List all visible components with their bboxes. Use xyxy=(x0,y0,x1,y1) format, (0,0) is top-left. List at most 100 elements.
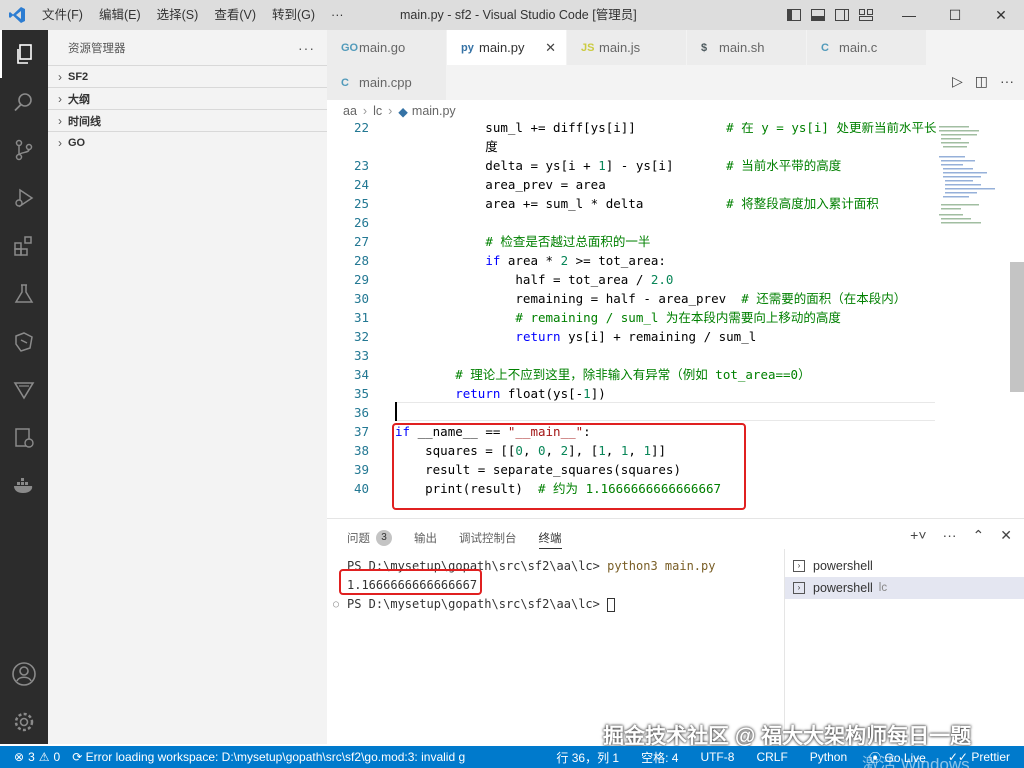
code-text: delta = ys[i + 1] - ys[i] # 当前水平带的高度 xyxy=(395,158,842,173)
line-number: 28 xyxy=(353,253,369,268)
status-message[interactable]: ⟳ Error loading workspace: D:\mysetup\go… xyxy=(72,750,472,764)
settings-gear-icon[interactable] xyxy=(0,698,48,746)
breadcrumb-item[interactable]: aa xyxy=(343,104,357,118)
line-number: 31 xyxy=(353,310,369,325)
remote-window-icon[interactable] xyxy=(0,414,48,462)
line-number: 29 xyxy=(353,272,369,287)
close-tab-icon[interactable]: ✕ xyxy=(545,40,556,56)
status-encoding[interactable]: UTF-8 xyxy=(700,750,734,764)
run-debug-icon[interactable] xyxy=(0,174,48,222)
code-line: 32 return ys[i] + remaining / sum_l xyxy=(327,327,937,346)
line-number: 26 xyxy=(353,215,369,230)
tab-terminal[interactable]: 终端 xyxy=(538,527,562,549)
editor-scrollbar[interactable] xyxy=(1010,262,1024,392)
status-language[interactable]: Python xyxy=(810,750,847,764)
code-line: 26 xyxy=(327,213,937,232)
editor-tab[interactable]: JS main.js xyxy=(567,30,687,65)
new-terminal-plus-icon[interactable]: +˅ xyxy=(910,527,926,544)
tab-label: main.cpp xyxy=(359,75,412,90)
sidebar-section-label: 时间线 xyxy=(68,115,101,128)
menu-item[interactable]: 查看(V) xyxy=(206,0,264,30)
editor-tab[interactable]: py main.py ✕ xyxy=(447,30,567,65)
split-editor-icon[interactable]: ◫ xyxy=(975,73,988,90)
sidebar-section[interactable]: › GO xyxy=(48,131,327,153)
more-actions-icon[interactable]: ··· xyxy=(298,40,315,56)
menu-item[interactable]: 转到(G) xyxy=(264,0,323,30)
status-cursor-position[interactable]: 行 36，列 1 xyxy=(556,749,619,766)
line-number: 37 xyxy=(353,424,369,439)
menu-item[interactable]: 编辑(E) xyxy=(91,0,149,30)
customize-layout-icon[interactable] xyxy=(858,7,874,23)
maximize-icon[interactable]: ☐ xyxy=(932,0,978,30)
editor-actions: ▷ ◫ ··· xyxy=(952,73,1014,90)
sidebar-section[interactable]: › SF2 xyxy=(48,65,327,87)
terminal-icon: › xyxy=(793,582,805,594)
editor-tab[interactable]: $ main.sh xyxy=(687,30,807,65)
remote-explorer-icon[interactable] xyxy=(0,318,48,366)
status-problems[interactable]: ⊗ 3 ⚠ 0 xyxy=(0,750,60,764)
code-line: 24 area_prev = area xyxy=(327,175,937,194)
code-line: 35 return float(ys[-1]) xyxy=(327,384,937,403)
account-icon[interactable] xyxy=(0,650,48,698)
toggle-primary-sidebar-icon[interactable] xyxy=(786,7,802,23)
explorer-icon[interactable] xyxy=(0,30,48,78)
menu-item[interactable]: 文件(F) xyxy=(34,0,91,30)
close-window-icon[interactable]: ✕ xyxy=(978,0,1024,30)
code-text: remaining = half - area_prev # 还需要的面积（在本… xyxy=(395,291,907,306)
breadcrumb-item[interactable]: lc xyxy=(373,104,382,118)
sidebar-section[interactable]: › 时间线 xyxy=(48,109,327,131)
toggle-panel-icon[interactable] xyxy=(810,7,826,23)
toggle-secondary-sidebar-icon[interactable] xyxy=(834,7,850,23)
tab-label: main.c xyxy=(839,40,878,55)
close-panel-icon[interactable]: ✕ xyxy=(1000,527,1012,544)
code-line: 22 sum_l += diff[ys[i]] # 在 y = ys[i] 处更… xyxy=(327,122,937,137)
minimize-icon[interactable]: — xyxy=(886,0,932,30)
sidebar-section[interactable]: › 大纲 xyxy=(48,87,327,109)
code-line: 23 delta = ys[i + 1] - ys[i] # 当前水平带的高度 xyxy=(327,156,937,175)
more-icon[interactable]: ··· xyxy=(1000,73,1014,90)
tab-problems[interactable]: 问题 3 xyxy=(347,527,392,549)
terminal-instance[interactable]: › powershell xyxy=(785,555,1024,577)
editor-tab[interactable]: Cmain.cpp xyxy=(327,65,447,100)
menu-item[interactable]: ··· xyxy=(323,0,352,30)
terminal-instance[interactable]: › powershell lc xyxy=(785,577,1024,599)
code-text: half = tot_area / 2.0 xyxy=(395,272,674,287)
window-controls: — ☐ ✕ xyxy=(886,0,1024,30)
triangle-extension-icon[interactable] xyxy=(0,366,48,414)
bottom-panel: 问题 3 输出 调试控制台 终端 +˅ ··· ⌃ ✕ PS D:\mysetu… xyxy=(327,518,1024,745)
maximize-panel-chevron-up-icon[interactable]: ⌃ xyxy=(973,527,985,544)
code-line: 31 # remaining / sum_l 为在本段内需要向上移动的高度 xyxy=(327,308,937,327)
minimap[interactable] xyxy=(937,122,1009,518)
more-icon[interactable]: ··· xyxy=(943,527,957,544)
code-text: # 理论上不应到这里，除非输入有异常（例如 tot_area==0） xyxy=(455,367,811,382)
circle-icon: ○ xyxy=(333,599,340,610)
editor-tab[interactable]: Cmain.c xyxy=(807,30,927,65)
breadcrumb-item[interactable]: main.py xyxy=(412,104,456,118)
search-icon[interactable] xyxy=(0,78,48,126)
run-file-icon[interactable]: ▷ xyxy=(952,73,963,90)
code-line: 30 remaining = half - area_prev # 还需要的面积… xyxy=(327,289,937,308)
menu-item[interactable]: 选择(S) xyxy=(149,0,207,30)
editor-tab[interactable]: GO main.go xyxy=(327,30,447,65)
code-line: 25 area += sum_l * delta # 将整段高度加入累计面积 xyxy=(327,194,937,213)
explorer-title: 资源管理器 xyxy=(68,42,126,55)
testing-flask-icon[interactable] xyxy=(0,270,48,318)
code-line: 34 # 理论上不应到这里，除非输入有异常（例如 tot_area==0） xyxy=(327,365,937,384)
line-number: 24 xyxy=(353,177,369,192)
docker-icon[interactable] xyxy=(0,462,48,510)
terminal-list: › powershell › powershell lc xyxy=(785,555,1024,599)
code-text: area += sum_l * delta # 将整段高度加入累计面积 xyxy=(395,196,879,211)
status-indentation[interactable]: 空格: 4 xyxy=(641,749,678,766)
extensions-icon[interactable] xyxy=(0,222,48,270)
python-file-icon: ◆ xyxy=(398,104,408,119)
terminal-cursor xyxy=(607,597,616,612)
code-line: 27 # 检查是否越过总面积的一半 xyxy=(327,232,937,251)
panel-tabs: 问题 3 输出 调试控制台 终端 xyxy=(347,527,562,549)
breadcrumb: aa › lc › ◆ main.py xyxy=(327,100,1024,122)
status-eol[interactable]: CRLF xyxy=(756,750,787,764)
tab-debug-console[interactable]: 调试控制台 xyxy=(459,527,517,549)
source-control-icon[interactable] xyxy=(0,126,48,174)
file-type-icon: py xyxy=(461,41,474,54)
code-text: 度 xyxy=(395,139,498,154)
tab-output[interactable]: 输出 xyxy=(414,527,437,549)
